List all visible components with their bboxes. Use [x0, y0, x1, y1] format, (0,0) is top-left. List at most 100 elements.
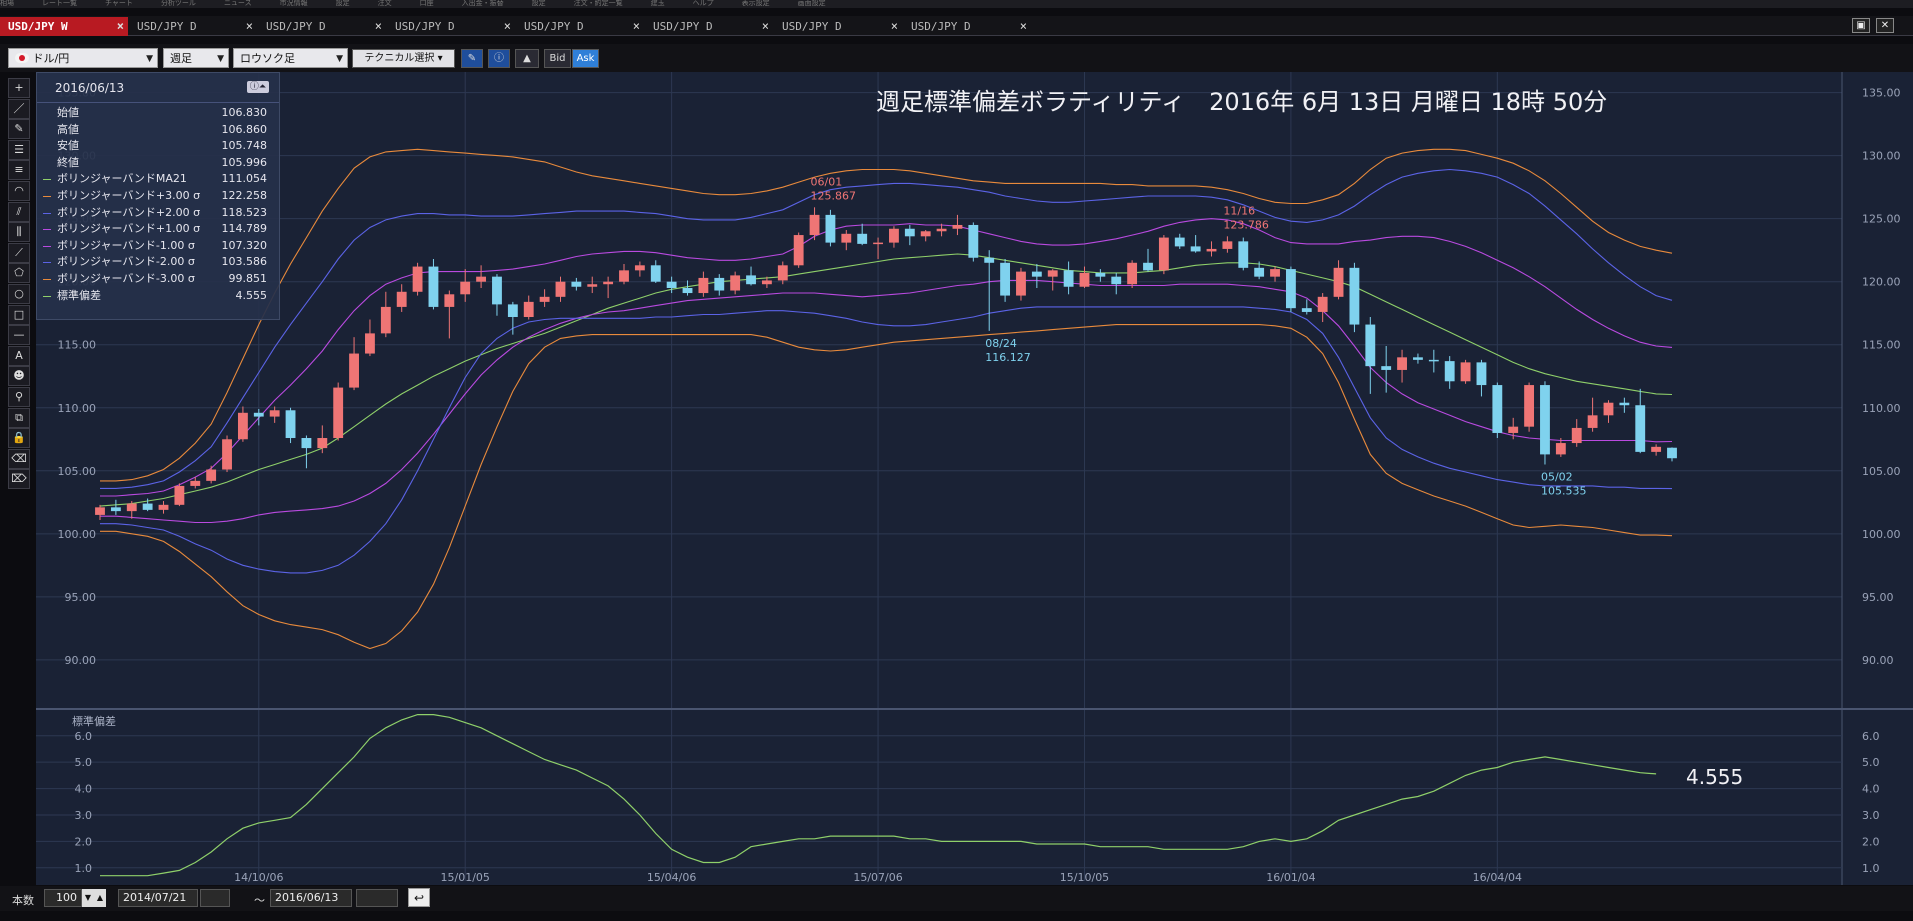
legend-row: ボリンジャーバンド-1.00 σ 107.320: [37, 238, 279, 255]
candle-body: [206, 469, 217, 481]
legend-row: ボリンジャーバンド+1.00 σ 114.789: [37, 221, 279, 238]
candle-body: [650, 265, 661, 282]
range-tilde: 〜: [254, 894, 265, 907]
y-tick-label: 5.0: [1862, 756, 1880, 769]
count-input[interactable]: 100: [44, 889, 82, 907]
y-tick-label: 90.00: [1862, 654, 1894, 667]
legend-rows: 始値 106.830 高値 106.860 安値 105.748 終値 105.996 ボリンジ…: [37, 103, 279, 304]
candle-body: [1174, 237, 1185, 247]
legend-label: 高値: [57, 122, 79, 136]
candle-body: [444, 294, 455, 307]
y-tick-label: 6.0: [75, 730, 93, 743]
candle-body: [1333, 267, 1344, 297]
legend-row: ボリンジャーバンド+3.00 σ 122.258: [37, 188, 279, 205]
bottom-range-bar: 本数 100 ▼ ▲ 2014/07/21 〜 2016/06/13 ↩: [0, 886, 1913, 911]
y-tick-label: 120.00: [1862, 276, 1901, 289]
count-up-icon[interactable]: ▲: [94, 889, 106, 907]
legend-value: 106.860: [221, 122, 268, 136]
stddev-last-value: 4.555: [1686, 765, 1743, 789]
candle-body: [873, 242, 883, 245]
candle-body: [1317, 296, 1328, 312]
y-tick-label: 135.00: [1862, 87, 1901, 100]
y-tick-label: 3.0: [1862, 809, 1880, 822]
candle-body: [1238, 241, 1249, 268]
candle-body: [126, 503, 137, 512]
legend-swatch: [43, 295, 51, 297]
candle-body: [349, 353, 359, 388]
legend-label: ボリンジャーバンド+3.00 σ: [57, 188, 201, 202]
legend-value: 103.586: [221, 255, 268, 269]
candle-body: [555, 281, 566, 297]
candle-body: [1031, 271, 1042, 277]
legend-value: 105.748: [221, 139, 268, 153]
candle-body: [761, 280, 772, 285]
legend-value: 106.830: [221, 106, 268, 119]
candle-body: [1476, 362, 1487, 386]
legend-collapse-icon[interactable]: ⓘ⏶: [247, 81, 269, 93]
x-tick-label: 15/01/05: [441, 871, 490, 884]
candle-body: [904, 228, 915, 237]
candle-body: [634, 265, 645, 271]
candle-body: [968, 224, 979, 258]
candle-body: [142, 503, 153, 510]
legend-value: 122.258: [221, 188, 268, 202]
candle-body: [1444, 361, 1455, 382]
price-chart[interactable]: 90.00 90.00 95.00 95.00 100.00 100.00 105.00 10…: [0, 0, 1913, 921]
candle-body: [1127, 262, 1138, 285]
from-date-input[interactable]: 2014/07/21: [118, 889, 198, 907]
legend-swatch: [43, 229, 51, 231]
y-tick-label: 100.00: [58, 528, 97, 541]
y-tick-label: 100.00: [1862, 528, 1901, 541]
candle-body: [1000, 262, 1011, 296]
candle-body: [95, 507, 105, 515]
low-annotation-date: 08/24: [985, 337, 1017, 350]
from-time-input[interactable]: [200, 889, 230, 907]
candle-body: [507, 304, 518, 317]
legend-row: 終値 105.996: [37, 155, 279, 172]
candle-body: [666, 281, 677, 288]
candle-body: [698, 277, 709, 294]
legend-label: ボリンジャーバンド-2.00 σ: [57, 255, 195, 269]
chart-overlay-title: 週足標準偏差ボラティリティ 2016年 6月 13日 月曜日 18時 50分: [876, 88, 1608, 116]
candle-body: [1413, 357, 1423, 360]
y-tick-label: 3.0: [75, 809, 93, 822]
candle-body: [1206, 248, 1217, 252]
candle-body: [237, 412, 248, 440]
count-down-icon[interactable]: ▼: [82, 889, 94, 907]
legend-swatch: [43, 262, 51, 264]
candle-body: [857, 233, 868, 244]
high-annotation-price: 123.786: [1223, 218, 1269, 231]
y-tick-label: 6.0: [1862, 730, 1880, 743]
bollinger-line: [99, 253, 1673, 507]
y-tick-label: 95.00: [1862, 591, 1894, 604]
candle-body: [1397, 357, 1407, 370]
candle-body: [1079, 272, 1090, 287]
candle-body: [222, 439, 232, 470]
y-tick-label: 110.00: [58, 402, 97, 415]
count-label: 本数: [12, 894, 34, 907]
candle-body: [1603, 402, 1614, 416]
legend-value: 4.555: [235, 288, 268, 302]
candle-body: [1428, 359, 1439, 362]
apply-range-icon[interactable]: ↩: [408, 888, 430, 907]
to-date-input[interactable]: 2016/06/13: [270, 889, 352, 907]
y-tick-label: 105.00: [1862, 465, 1901, 478]
y-tick-label: 110.00: [1862, 402, 1901, 415]
candle-body: [1254, 267, 1265, 277]
data-legend-panel: 2016/06/13 ⓘ⏶ 始値 106.830 高値 106.860 安値 105.74…: [36, 72, 280, 320]
legend-row: ボリンジャーバンド-3.00 σ 99.851: [37, 271, 279, 288]
legend-label: ボリンジャーバンド+2.00 σ: [57, 205, 201, 219]
candle-body: [174, 485, 185, 505]
legend-value: 105.996: [221, 155, 268, 169]
candle-body: [714, 277, 725, 291]
x-tick-label: 15/04/06: [647, 871, 696, 884]
legend-label: ボリンジャーバンド-1.00 σ: [57, 238, 195, 252]
y-tick-label: 2.0: [1862, 835, 1880, 848]
x-tick-label: 14/10/06: [234, 871, 283, 884]
to-time-input[interactable]: [356, 889, 398, 907]
candle-body: [1063, 270, 1074, 287]
candle-body: [285, 410, 296, 439]
y-tick-label: 4.0: [75, 783, 93, 796]
candle-body: [110, 507, 121, 512]
legend-label: ボリンジャーバンド+1.00 σ: [57, 222, 201, 236]
